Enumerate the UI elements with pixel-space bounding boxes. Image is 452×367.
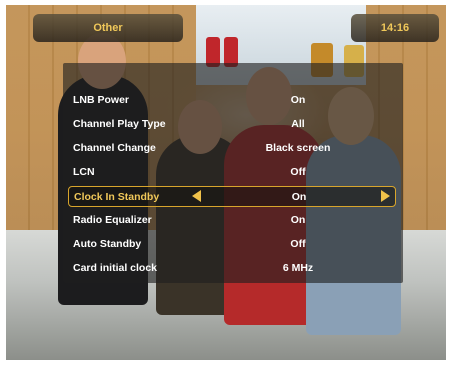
menu-item-value: Off (290, 166, 306, 178)
menu-item-channel-change[interactable]: Channel Change Black screen (73, 139, 393, 157)
clock: 14:16 (380, 22, 410, 34)
triangle-left-icon[interactable] (192, 190, 201, 202)
menu-item-value: On (290, 214, 306, 226)
clock-bar: 14:16 (351, 14, 439, 42)
menu-item-label: LCN (73, 166, 95, 178)
menu-item-auto-standby[interactable]: Auto Standby Off (73, 235, 393, 253)
menu-title-bar: Other (33, 14, 183, 42)
triangle-right-icon[interactable] (381, 190, 390, 202)
menu-item-card-initial-clock[interactable]: Card initial clock 6 MHz (73, 259, 393, 277)
menu-item-value: Black screen (265, 142, 331, 154)
menu-item-label: Clock In Standby (74, 190, 160, 203)
menu-item-label: Auto Standby (73, 238, 142, 250)
menu-item-lcn[interactable]: LCN Off (73, 163, 393, 181)
menu-item-label: Channel Change (73, 142, 156, 154)
menu-item-label: LNB Power (73, 94, 130, 106)
menu-item-value: On (290, 94, 306, 106)
settings-panel: LNB Power On Channel Play Type All Chann… (63, 63, 403, 283)
menu-item-clock-in-standby[interactable]: Clock In Standby On (68, 186, 396, 207)
menu-item-value: On (291, 190, 307, 203)
menu-item-label: Card initial clock (73, 262, 158, 274)
menu-item-lnb-power[interactable]: LNB Power On (73, 91, 393, 109)
menu-item-label: Radio Equalizer (73, 214, 152, 226)
menu-item-radio-equalizer[interactable]: Radio Equalizer On (73, 211, 393, 229)
tv-screen: Other 14:16 LNB Power On Channel Play Ty… (6, 5, 446, 360)
menu-item-channel-play-type[interactable]: Channel Play Type All (73, 115, 393, 133)
menu-item-value: Off (290, 238, 306, 250)
menu-item-value: 6 MHz (282, 262, 314, 274)
menu-item-label: Channel Play Type (73, 118, 166, 130)
menu-item-value: All (291, 118, 305, 130)
menu-title: Other (93, 22, 123, 34)
